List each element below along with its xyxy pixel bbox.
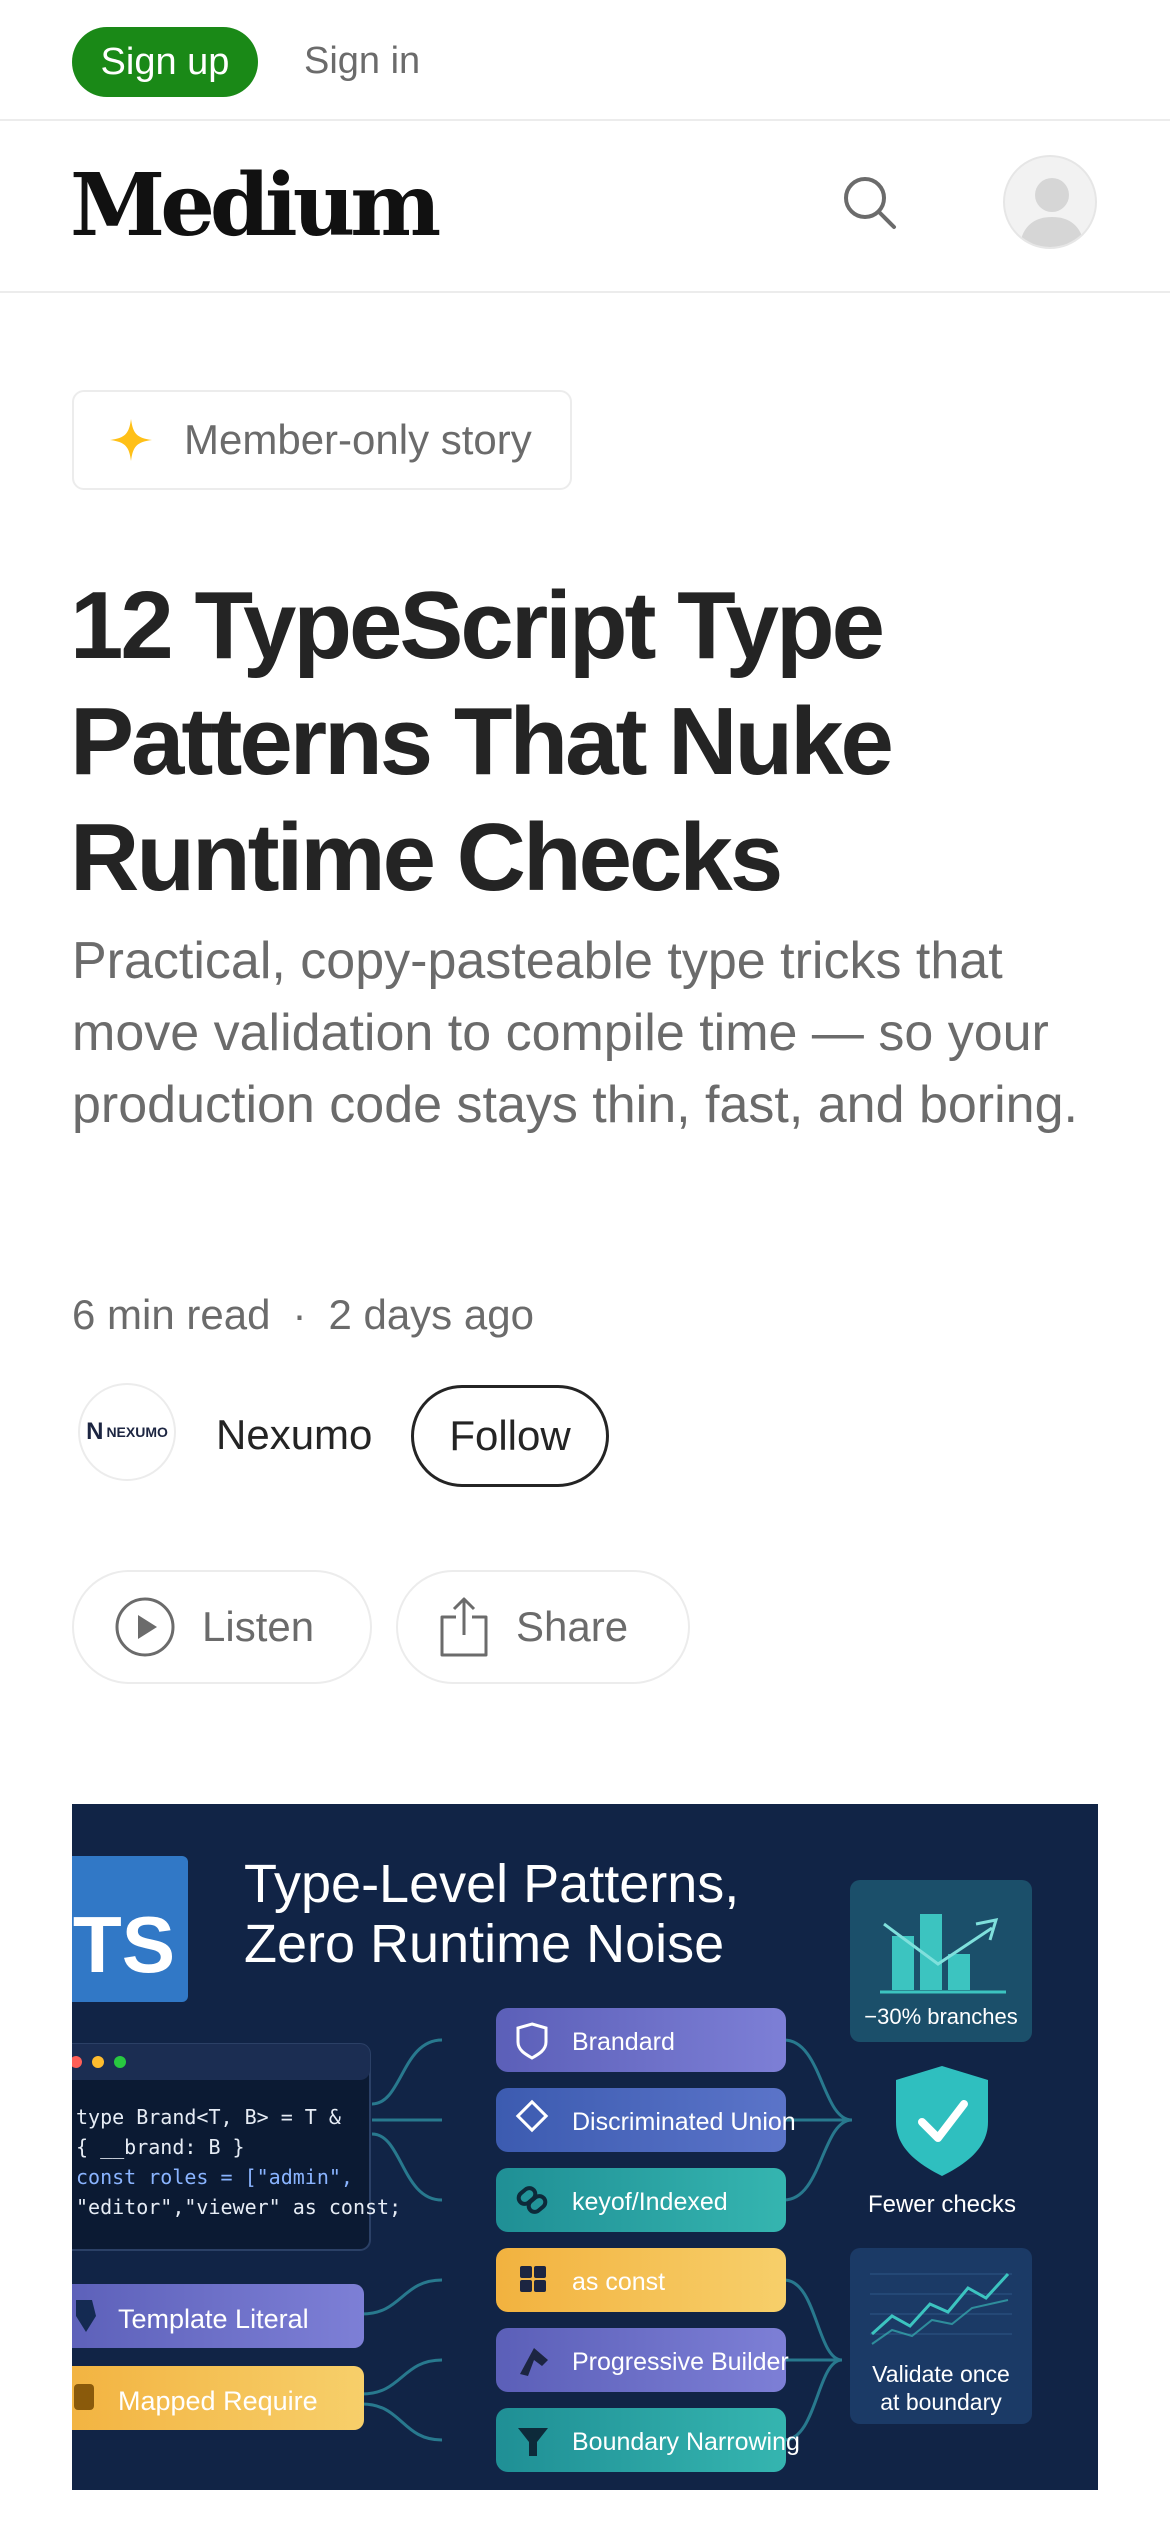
gift-icon: [74, 2384, 94, 2410]
pattern-label-1: Brandard: [572, 2028, 675, 2056]
pattern-label-5: Progressive Builder: [572, 2348, 789, 2376]
search-icon[interactable]: [838, 171, 902, 235]
hero-title-line2: Zero Runtime Noise: [244, 1914, 724, 1974]
sign-up-button[interactable]: Sign up: [72, 27, 258, 97]
member-only-label: Member-only story: [184, 416, 532, 463]
follow-button[interactable]: Follow: [411, 1385, 609, 1487]
code-line-1: type Brand<T, B> = T &: [76, 2105, 341, 2129]
pattern-label-2: Discriminated Union: [572, 2108, 796, 2136]
mapped-require-label: Mapped Require: [118, 2386, 318, 2416]
nav-bar: Medium: [0, 121, 1170, 293]
read-time: 6 min read: [72, 1291, 271, 1338]
pattern-pill-5: Progressive Builder: [496, 2328, 789, 2392]
stat-label: −30% branches: [864, 2004, 1018, 2029]
share-label: Share: [516, 1603, 629, 1650]
author-logo-text: NEXUMO: [106, 1424, 168, 1440]
code-line-4: "editor","viewer" as const;: [76, 2195, 401, 2219]
article-meta: 6 min read · 2 days ago: [72, 1285, 534, 1345]
meta-separator: ·: [292, 1291, 307, 1338]
hero-illustration: TS Type-Level Patterns, Zero Runtime Noi…: [72, 1804, 1098, 2490]
author-name[interactable]: Nexumo: [216, 1407, 372, 1463]
shield-label: Fewer checks: [868, 2191, 1016, 2218]
article-title: 12 TypeScript Type Patterns That Nuke Ru…: [70, 572, 894, 911]
member-only-badge: Member-only story: [72, 390, 572, 490]
play-circle-icon: [115, 1597, 175, 1657]
star-icon: [110, 419, 152, 461]
window-dot-green: [114, 2056, 126, 2068]
pattern-pill-1: Brandard: [496, 2008, 786, 2072]
pattern-pill-2: Discriminated Union: [496, 2088, 796, 2152]
author-logo-letter: N: [86, 1418, 104, 1445]
code-line-3: const roles = ["admin",: [76, 2165, 353, 2189]
share-button[interactable]: Share: [396, 1570, 690, 1684]
listen-button[interactable]: Listen: [72, 1570, 372, 1684]
pattern-label-3: keyof/Indexed: [572, 2188, 728, 2216]
validate-line1: Validate once: [872, 2361, 1010, 2387]
listen-label: Listen: [202, 1603, 315, 1650]
pattern-pill-6: Boundary Narrowing: [496, 2408, 800, 2472]
hero-title-line1: Type-Level Patterns,: [244, 1854, 739, 1914]
medium-logo[interactable]: Medium: [70, 151, 441, 261]
avatar-icon: [1019, 178, 1085, 247]
hero-image: TS Type-Level Patterns, Zero Runtime Noi…: [72, 1804, 1098, 2490]
ts-badge-text: TS: [73, 1900, 175, 1989]
share-icon: [440, 1597, 488, 1657]
validate-line2: at boundary: [880, 2389, 1002, 2415]
sign-in-link[interactable]: Sign in: [304, 33, 420, 89]
pattern-pill-4: as const: [496, 2248, 786, 2312]
code-line-2: { __brand: B }: [76, 2135, 245, 2159]
pattern-label-4: as const: [572, 2268, 665, 2296]
window-dot-yellow: [92, 2056, 104, 2068]
published-date: 2 days ago: [328, 1291, 534, 1338]
pattern-pill-3: keyof/Indexed: [496, 2168, 786, 2232]
author-avatar[interactable]: N NEXUMO: [78, 1383, 176, 1481]
top-bar: Sign up Sign in: [0, 0, 1170, 121]
template-literal-label: Template Literal: [118, 2304, 309, 2334]
pattern-label-6: Boundary Narrowing: [572, 2428, 800, 2456]
article-subtitle: Practical, copy-pasteable type tricks th…: [72, 932, 1078, 1134]
avatar[interactable]: [1003, 155, 1097, 249]
